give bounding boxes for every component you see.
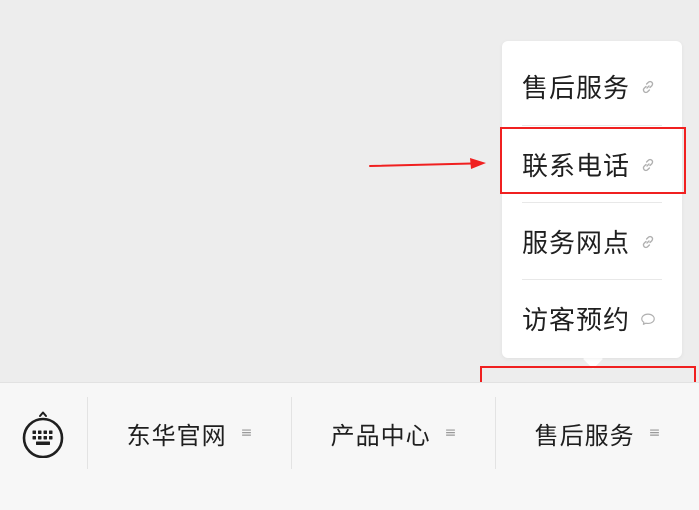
official-account-screen: 售后服务 联系电话 服务网点 访客预约 东华官网 ≡ 产品中心 ≡ 售后服务 ≡ — [0, 0, 699, 510]
submenu-popup: 售后服务 联系电话 服务网点 访客预约 — [502, 41, 682, 358]
menu-tab-label: 售后服务 — [534, 421, 635, 450]
submenu-item-after-sales[interactable]: 售后服务 — [522, 48, 662, 125]
menu-tab-after-sales[interactable]: 售后服务 ≡ — [496, 383, 699, 483]
menu-tab-label: 东华官网 — [126, 421, 227, 450]
keyboard-toggle-button[interactable] — [18, 409, 68, 459]
link-icon — [640, 157, 656, 173]
menu-icon: ≡ — [648, 425, 661, 441]
submenu-item-label: 售后服务 — [522, 74, 631, 104]
menu-tab-label: 产品中心 — [330, 421, 431, 450]
annotation-arrow — [369, 158, 486, 169]
submenu-item-label: 访客预约 — [522, 306, 631, 336]
bottom-menu-bar: 东华官网 ≡ 产品中心 ≡ 售后服务 ≡ — [0, 382, 699, 510]
link-icon — [640, 79, 656, 95]
submenu-item-label: 联系电话 — [522, 152, 631, 182]
submenu-item-service-outlets[interactable]: 服务网点 — [522, 203, 662, 280]
submenu-item-label: 服务网点 — [522, 229, 631, 259]
keyboard-icon — [22, 411, 64, 458]
menu-tab-official-site[interactable]: 东华官网 ≡ — [88, 383, 291, 483]
link-icon — [640, 234, 656, 250]
submenu-item-contact-phone[interactable]: 联系电话 — [522, 126, 662, 203]
menu-icon: ≡ — [240, 425, 253, 441]
menu-icon: ≡ — [444, 425, 457, 441]
chat-bubble-icon — [640, 311, 656, 327]
submenu-item-visitor-booking[interactable]: 访客预约 — [522, 280, 662, 357]
menu-tab-product-center[interactable]: 产品中心 ≡ — [292, 383, 495, 483]
